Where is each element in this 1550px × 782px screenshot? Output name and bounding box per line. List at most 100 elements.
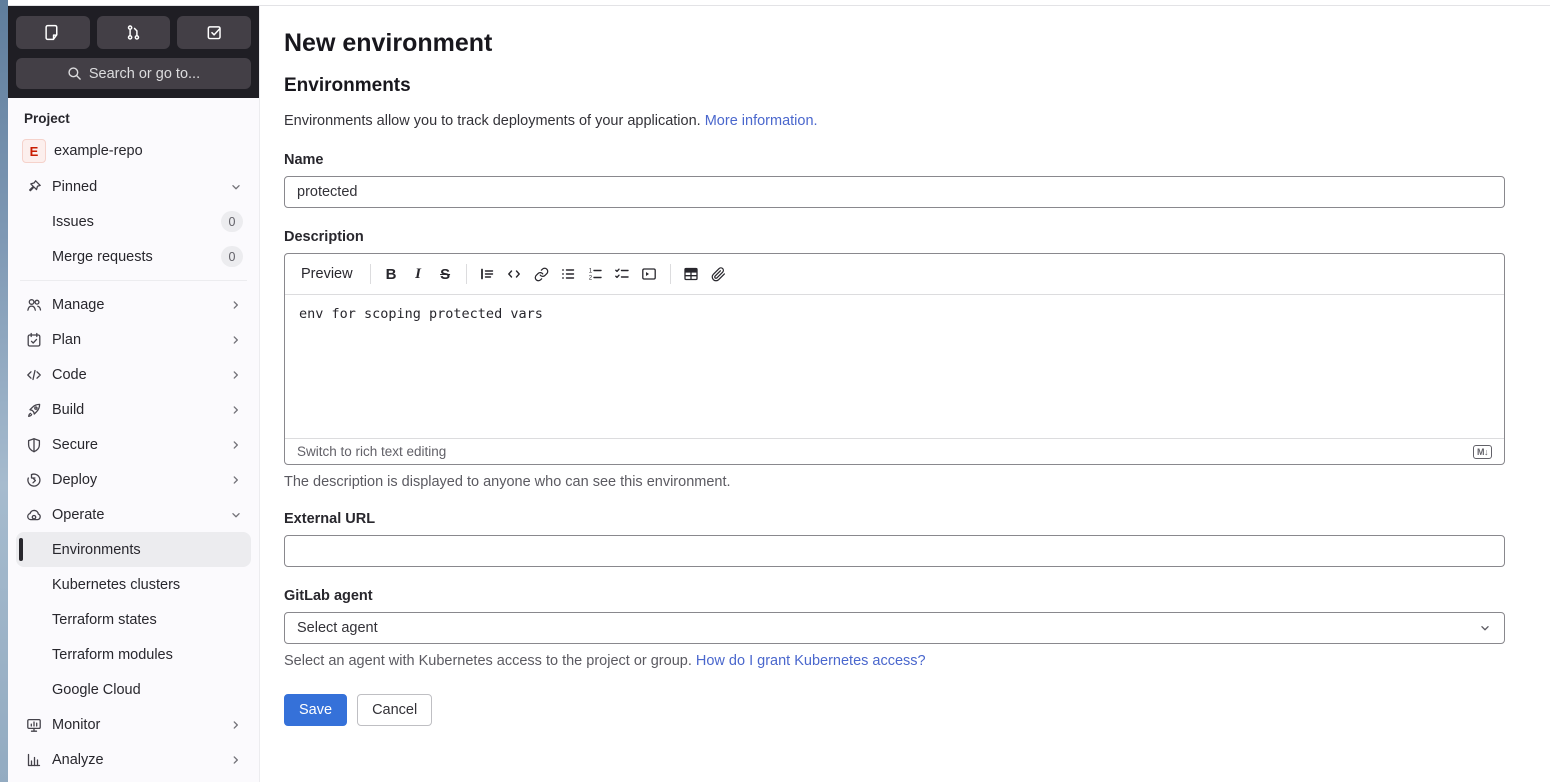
sidebar-item-label: Manage xyxy=(52,296,105,313)
calendar-check-icon xyxy=(26,332,42,348)
toolbar-divider xyxy=(669,264,671,285)
chevron-right-icon xyxy=(229,333,243,347)
sidebar-item-label: Kubernetes clusters xyxy=(52,576,181,593)
cancel-button[interactable]: Cancel xyxy=(357,694,433,727)
issues-shortcut-button[interactable] xyxy=(16,16,90,49)
table-button[interactable] xyxy=(678,262,705,286)
sidebar-item-environments[interactable]: Environments xyxy=(16,532,251,567)
code-icon xyxy=(26,367,42,383)
sidebar-item-label: Monitor xyxy=(52,716,101,733)
sidebar-item-merge-requests[interactable]: Merge requests 0 xyxy=(16,239,251,274)
chevron-right-icon xyxy=(229,473,243,487)
preview-tab[interactable]: Preview xyxy=(295,266,363,282)
more-information-link[interactable]: More information. xyxy=(705,113,818,129)
chart-icon xyxy=(26,752,42,768)
quote-button[interactable] xyxy=(474,262,501,286)
todo-shortcut-button[interactable] xyxy=(177,16,252,49)
sidebar-item-label: Plan xyxy=(52,331,82,348)
bold-button[interactable]: B xyxy=(378,262,405,286)
sidebar-item-operate[interactable]: Operate xyxy=(16,497,251,532)
main-content: New environment Environments Environment… xyxy=(260,6,1550,782)
sidebar-item-pinned[interactable]: Pinned xyxy=(16,169,251,204)
external-url-label: External URL xyxy=(284,511,376,528)
sidebar-item-label: Build xyxy=(52,401,85,418)
italic-button[interactable]: I xyxy=(405,262,432,286)
description-textarea-wrap: env for scoping protected vars xyxy=(285,295,1504,439)
chevron-down-icon xyxy=(1478,621,1492,635)
sidebar-item-label: Terraform states xyxy=(52,611,157,628)
code-button[interactable] xyxy=(501,262,528,286)
sidebar-item-deploy[interactable]: Deploy xyxy=(16,462,251,497)
sidebar-item-manage[interactable]: Manage xyxy=(16,287,251,322)
sidebar-item-label: Terraform modules xyxy=(52,646,173,663)
form-actions: Save Cancel xyxy=(284,694,1505,727)
task-list-button[interactable] xyxy=(609,262,636,286)
cloud-pod-icon xyxy=(26,507,42,523)
merge-requests-shortcut-button[interactable] xyxy=(96,16,171,49)
attach-file-button[interactable] xyxy=(705,262,732,286)
sidebar-item-plan[interactable]: Plan xyxy=(16,322,251,357)
collapsible-section-button[interactable] xyxy=(636,262,663,286)
save-button[interactable]: Save xyxy=(284,694,348,727)
chevron-down-icon xyxy=(229,180,243,194)
toolbar-divider xyxy=(369,264,371,285)
sidebar-item-code[interactable]: Code xyxy=(16,357,251,392)
sidebar-item-monitor[interactable]: Monitor xyxy=(16,707,251,742)
external-url-input[interactable] xyxy=(284,535,1505,568)
merge-request-icon xyxy=(125,24,142,41)
sidebar-item-google-cloud[interactable]: Google Cloud xyxy=(16,672,251,707)
sidebar-item-label: Deploy xyxy=(52,471,98,488)
name-label: Name xyxy=(284,152,324,169)
description-textarea[interactable]: env for scoping protected vars xyxy=(285,295,1504,439)
chevron-down-icon xyxy=(229,508,243,522)
strikethrough-button[interactable]: S xyxy=(432,262,459,286)
description-editor: Preview B I S 1 2 env for scoping protec… xyxy=(284,253,1505,466)
gitlab-window: Search or go to... Project E example-rep… xyxy=(8,0,1550,782)
numbered-list-button[interactable]: 12 xyxy=(582,262,609,286)
link-button[interactable] xyxy=(528,262,555,286)
agent-help-body: Select an agent with Kubernetes access t… xyxy=(284,653,696,670)
sidebar-item-terraform-states[interactable]: Terraform states xyxy=(16,602,251,637)
monitor-icon xyxy=(26,717,42,733)
rocket-icon xyxy=(26,402,42,418)
sidebar-item-secure[interactable]: Secure xyxy=(16,427,251,462)
chevron-right-icon xyxy=(229,438,243,452)
shield-icon xyxy=(26,437,42,453)
editor-footer: Switch to rich text editing M↓ xyxy=(285,438,1504,464)
sidebar-item-analyze[interactable]: Analyze xyxy=(16,742,251,777)
agent-select[interactable]: Select agent xyxy=(284,612,1505,645)
project-name: example-repo xyxy=(54,143,143,159)
merge-requests-count-badge: 0 xyxy=(221,246,243,267)
page-title: New environment xyxy=(284,29,493,57)
svg-text:2: 2 xyxy=(589,276,593,282)
kubernetes-access-link[interactable]: How do I grant Kubernetes access? xyxy=(696,653,926,669)
switch-to-rich-text-link[interactable]: Switch to rich text editing xyxy=(297,444,446,459)
chevron-right-icon xyxy=(229,403,243,417)
sidebar-item-label: Code xyxy=(52,366,87,383)
sidebar-divider xyxy=(20,280,247,281)
sidebar-nav: Project E example-repo Pinned Issues 0 M… xyxy=(8,98,259,782)
sidebar-project-row[interactable]: E example-repo xyxy=(16,133,251,169)
chevron-right-icon xyxy=(229,718,243,732)
sidebar-item-terraform-modules[interactable]: Terraform modules xyxy=(16,637,251,672)
intro-text-body: Environments allow you to track deployme… xyxy=(284,112,701,129)
project-avatar: E xyxy=(22,139,46,163)
sidebar-item-issues[interactable]: Issues 0 xyxy=(16,204,251,239)
name-input[interactable] xyxy=(284,176,1505,209)
bullet-list-button[interactable] xyxy=(555,262,582,286)
sidebar-item-label: Secure xyxy=(52,436,98,453)
sidebar-item-label: Pinned xyxy=(52,178,98,195)
description-label: Description xyxy=(284,229,364,246)
toolbar-divider xyxy=(465,264,467,285)
description-help-text: The description is displayed to anyone w… xyxy=(284,474,731,491)
desktop-background-strip xyxy=(0,0,8,782)
search-input[interactable]: Search or go to... xyxy=(16,58,251,89)
sidebar-item-label: Issues xyxy=(52,213,94,230)
sidebar-item-kubernetes-clusters[interactable]: Kubernetes clusters xyxy=(16,567,251,602)
agent-select-value: Select agent xyxy=(297,620,378,637)
agent-help-text: Select an agent with Kubernetes access t… xyxy=(284,653,1505,669)
search-placeholder: Search or go to... xyxy=(88,65,201,82)
deploy-icon xyxy=(26,472,42,488)
todo-icon xyxy=(206,24,223,41)
sidebar-item-build[interactable]: Build xyxy=(16,392,251,427)
